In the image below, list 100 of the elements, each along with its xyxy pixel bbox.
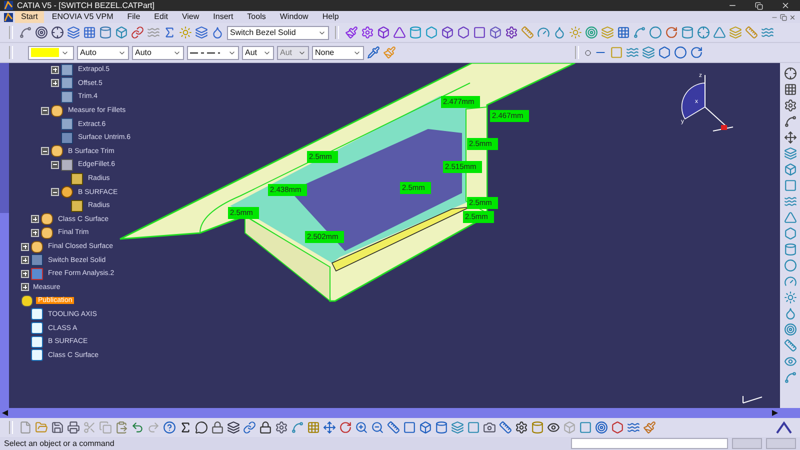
cylinder-icon[interactable] <box>409 26 422 39</box>
settings-icon[interactable] <box>275 421 288 434</box>
expand-icon[interactable] <box>31 215 39 224</box>
expand-icon[interactable] <box>51 66 59 74</box>
ruler-icon[interactable] <box>499 421 512 434</box>
cube-icon[interactable] <box>115 26 128 39</box>
layers-icon[interactable] <box>67 26 80 39</box>
settings-icon[interactable] <box>784 99 796 112</box>
waves-icon[interactable] <box>784 195 796 208</box>
droplet-icon[interactable] <box>784 307 796 320</box>
point-icon[interactable] <box>585 50 591 56</box>
circle-icon[interactable] <box>649 26 662 39</box>
restore-icon[interactable] <box>780 14 787 20</box>
grid-icon[interactable] <box>784 83 796 96</box>
hexagon-icon[interactable] <box>457 26 470 39</box>
clipboard-icon[interactable] <box>115 421 128 434</box>
cube-icon[interactable] <box>377 26 390 39</box>
gauge-icon[interactable] <box>537 26 550 39</box>
expand-icon[interactable] <box>31 228 39 237</box>
link-icon[interactable] <box>131 26 144 39</box>
circle-icon[interactable] <box>674 46 687 59</box>
scrollbar[interactable] <box>0 408 800 418</box>
crosshair-icon[interactable] <box>784 67 796 80</box>
rotate-icon[interactable] <box>690 46 703 59</box>
save-icon[interactable] <box>51 421 64 434</box>
help-icon[interactable] <box>163 421 176 434</box>
property-dropdown[interactable]: None <box>312 46 364 60</box>
cube-icon[interactable] <box>489 26 502 39</box>
speech-bubble-icon[interactable] <box>195 421 208 434</box>
collapse-icon[interactable] <box>41 106 49 115</box>
expand-icon[interactable] <box>21 242 29 251</box>
collapse-icon[interactable] <box>51 188 59 196</box>
target-icon[interactable] <box>35 26 48 39</box>
cylinder-icon[interactable] <box>435 421 448 434</box>
hexagon-icon[interactable] <box>611 421 624 434</box>
property-dropdown[interactable]: Auto <box>132 46 184 60</box>
close-icon[interactable] <box>789 14 796 20</box>
target-icon[interactable] <box>784 323 796 336</box>
eye-icon[interactable] <box>547 421 560 434</box>
command-input-field[interactable] <box>571 438 728 449</box>
move-icon[interactable] <box>784 131 796 144</box>
cylinder-icon[interactable] <box>784 243 796 256</box>
curve-icon[interactable] <box>19 26 32 39</box>
cylinder-icon[interactable] <box>99 26 112 39</box>
triangle-icon[interactable] <box>713 26 726 39</box>
waves-icon[interactable] <box>627 421 640 434</box>
property-dropdown[interactable]: Auto <box>77 46 129 60</box>
line-type-dropdown[interactable] <box>187 46 239 60</box>
layers-icon[interactable] <box>195 26 208 39</box>
body-selector-dropdown[interactable]: Switch Bezel Solid <box>227 26 329 40</box>
droplet-icon[interactable] <box>553 26 566 39</box>
property-dropdown[interactable]: Aut <box>242 46 274 60</box>
expand-icon[interactable] <box>21 256 29 264</box>
zoom-in-icon[interactable] <box>355 421 368 434</box>
circle-icon[interactable] <box>784 259 796 272</box>
menu-item[interactable]: Help <box>316 11 345 23</box>
square-icon[interactable] <box>403 421 416 434</box>
fill-color-dropdown[interactable] <box>28 46 74 60</box>
menu-item[interactable]: Tools <box>241 11 272 23</box>
printer-icon[interactable] <box>67 421 80 434</box>
menu-item[interactable]: Insert <box>207 11 240 23</box>
grid-icon[interactable] <box>83 26 96 39</box>
grid-icon[interactable] <box>617 26 630 39</box>
collapse-icon[interactable] <box>41 147 49 156</box>
settings-icon[interactable] <box>361 26 374 39</box>
ruler-icon[interactable] <box>387 421 400 434</box>
rotate-icon[interactable] <box>339 421 352 434</box>
square-icon[interactable] <box>784 179 796 192</box>
square-icon[interactable] <box>467 421 480 434</box>
undo-icon[interactable] <box>131 421 144 434</box>
collapse-icon[interactable] <box>51 160 59 169</box>
settings-icon[interactable] <box>515 421 528 434</box>
camera-icon[interactable] <box>483 421 496 434</box>
curve-icon[interactable] <box>784 115 796 128</box>
pipette-icon[interactable] <box>367 46 380 59</box>
target-icon[interactable] <box>595 421 608 434</box>
cylinder-icon[interactable] <box>681 26 694 39</box>
rotate-icon[interactable] <box>665 26 678 39</box>
hexagon-icon[interactable] <box>658 46 671 59</box>
layers-icon[interactable] <box>227 421 240 434</box>
zoom-out-icon[interactable] <box>371 421 384 434</box>
gauge-icon[interactable] <box>784 275 796 288</box>
menu-item[interactable]: Start <box>15 11 44 23</box>
sigma-icon[interactable] <box>179 421 192 434</box>
waves-icon[interactable] <box>626 46 639 59</box>
cube-icon[interactable] <box>441 26 454 39</box>
expand-icon[interactable] <box>21 283 29 292</box>
square-icon[interactable] <box>473 26 486 39</box>
waves-icon[interactable] <box>761 26 774 39</box>
hexagon-icon[interactable] <box>425 26 438 39</box>
paintbrush-icon[interactable] <box>643 421 656 434</box>
left-arrow-icon[interactable] <box>2 410 8 416</box>
lock-icon[interactable] <box>211 421 224 434</box>
menu-item[interactable]: Edit <box>148 11 174 23</box>
ruler-icon[interactable] <box>745 26 758 39</box>
paintbrush-icon[interactable] <box>345 26 358 39</box>
hexagon-icon[interactable] <box>784 227 796 240</box>
droplet-icon[interactable] <box>211 26 224 39</box>
restore-icon[interactable] <box>755 2 763 10</box>
link-icon[interactable] <box>243 421 256 434</box>
